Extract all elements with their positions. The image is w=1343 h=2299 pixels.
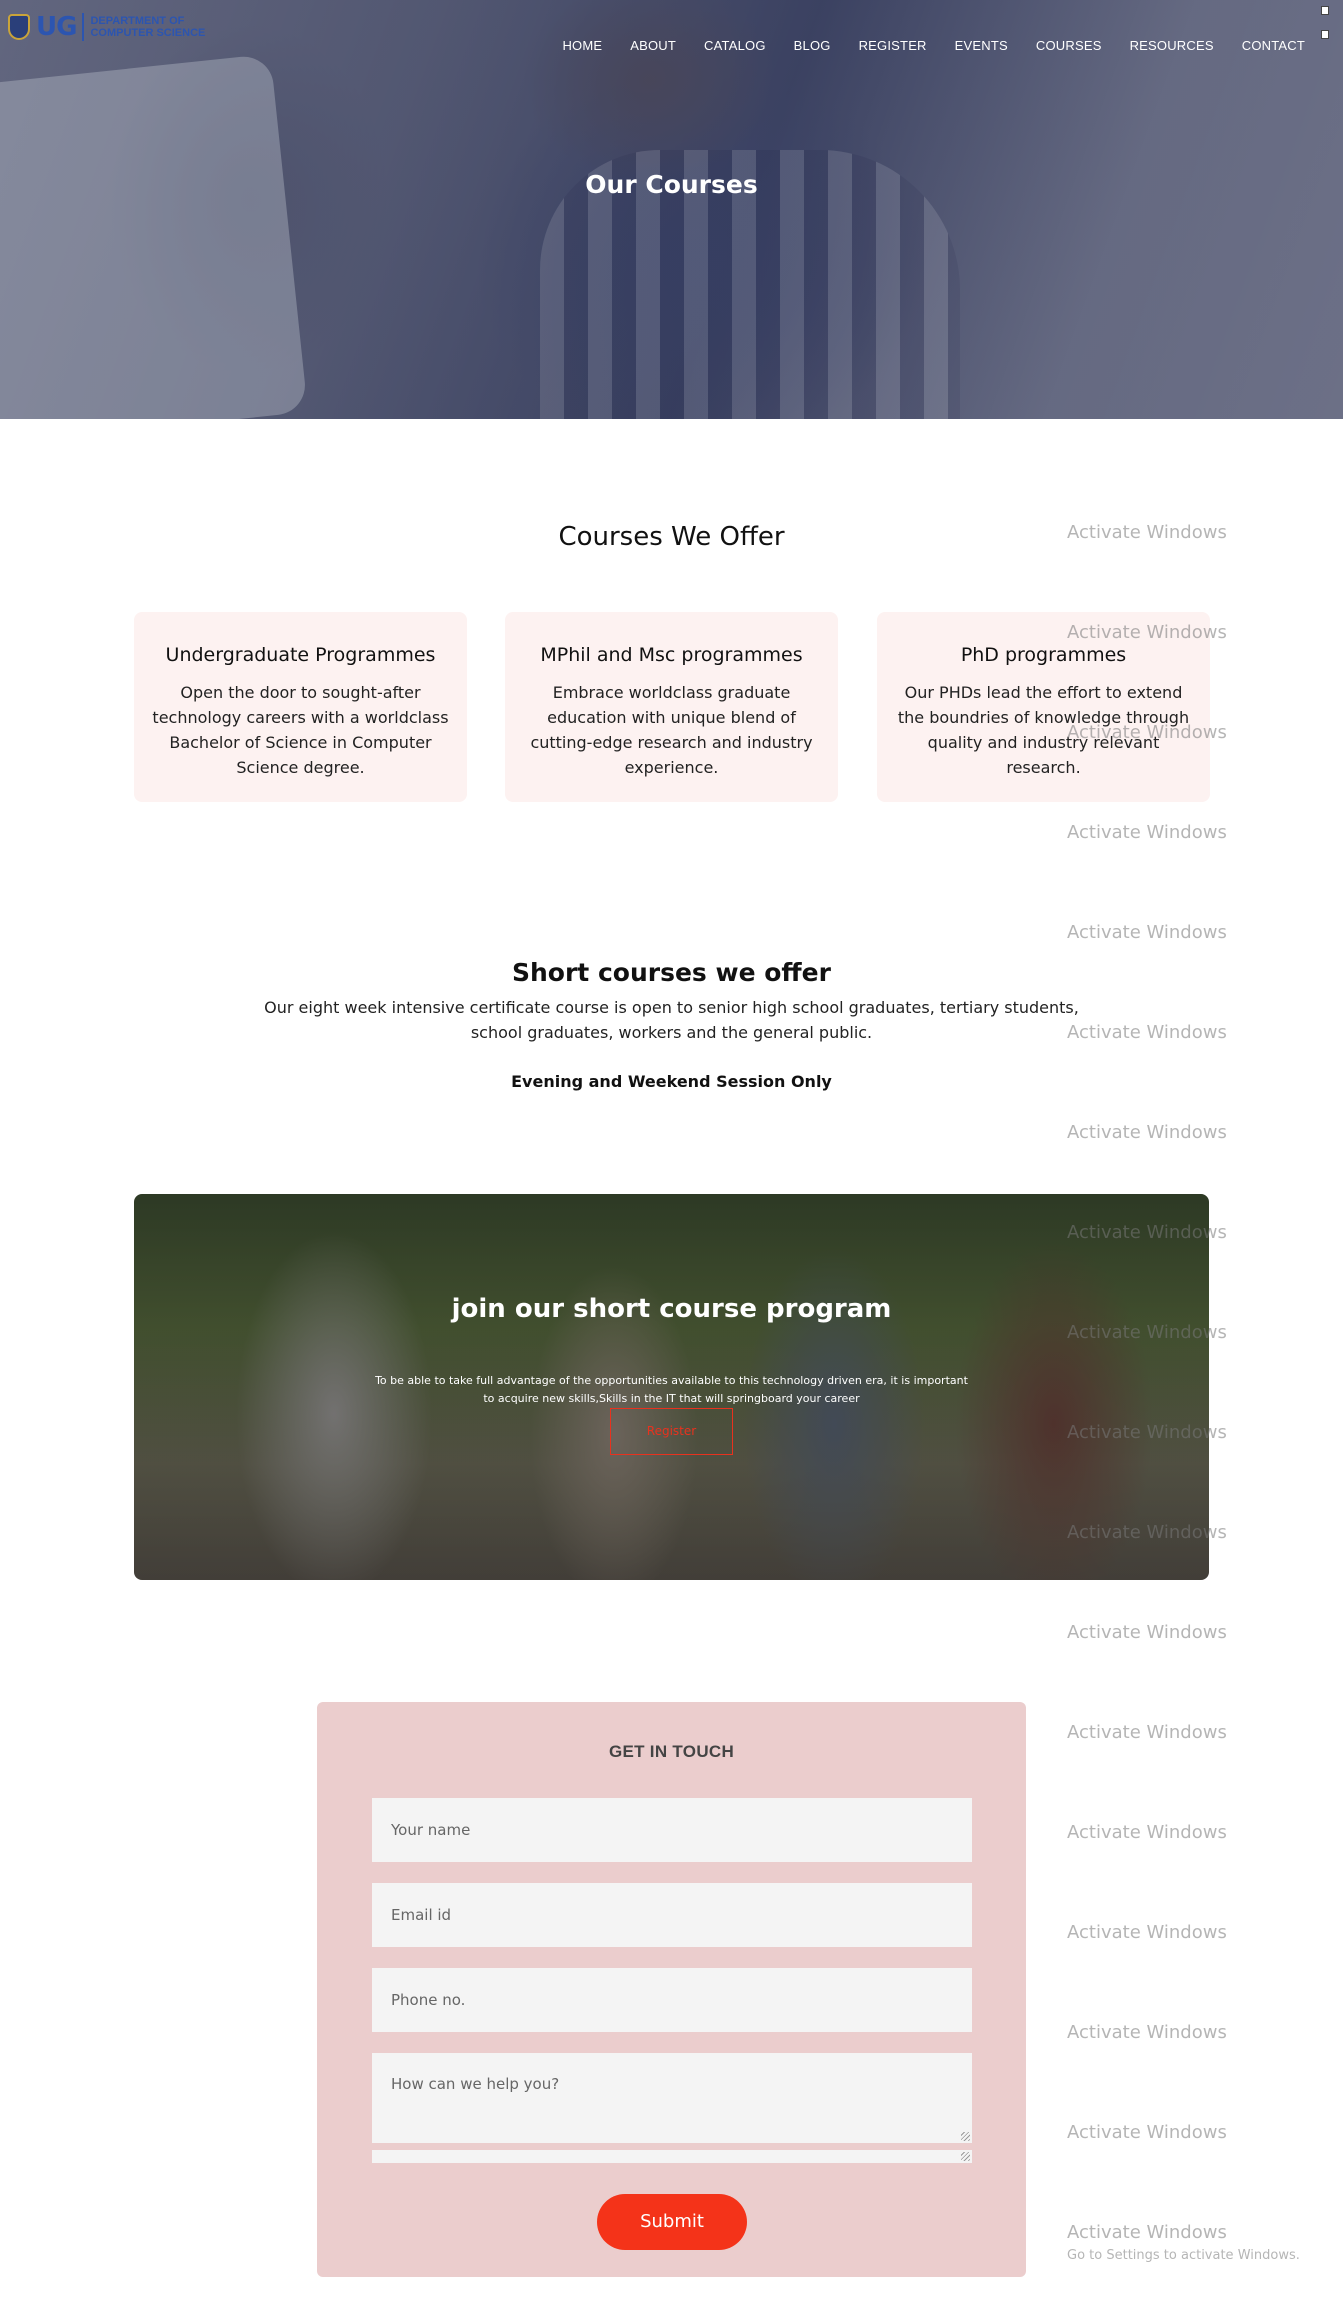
logo-line-1: DEPARTMENT OF [90, 15, 185, 27]
activate-windows-watermark: Activate Windows [1067, 1322, 1227, 1343]
extra-textarea[interactable] [372, 2150, 972, 2163]
course-card-mphil[interactable]: MPhil and Msc programmes Embrace worldcl… [505, 612, 838, 802]
activate-windows-watermark: Activate Windows [1067, 1222, 1227, 1243]
course-card-text: Open the door to sought-after technology… [152, 683, 449, 777]
short-course-banner: join our short course program To be able… [134, 1194, 1209, 1580]
course-cards: Undergraduate Programmes Open the door t… [134, 612, 1210, 802]
activate-windows-subtext: Go to Settings to activate Windows. [1067, 2248, 1300, 2263]
banner-text: To be able to take full advantage of the… [375, 1374, 968, 1405]
activate-windows-watermark: Activate Windows [1067, 1522, 1227, 1543]
nav-catalog[interactable]: CATALOG [690, 38, 780, 53]
window-control-icon[interactable] [1321, 30, 1329, 39]
message-textarea[interactable]: How can we help you? [372, 2053, 972, 2143]
site-logo[interactable]: UG DEPARTMENT OF COMPUTER SCIENCE [8, 12, 205, 42]
submit-button[interactable]: Submit [597, 2194, 747, 2250]
contact-title: GET IN TOUCH [608, 1742, 735, 1761]
logo-line-2: COMPUTER SCIENCE [90, 27, 206, 39]
nav-contact[interactable]: CONTACT [1228, 38, 1319, 53]
resize-grip-icon[interactable] [961, 2152, 970, 2161]
hero-laptop-shape [0, 53, 308, 419]
course-card-title: MPhil and Msc programmes [540, 644, 803, 666]
nav-courses[interactable]: COURSES [1022, 38, 1116, 53]
course-card-title: PhD programmes [960, 644, 1127, 666]
contact-form: GET IN TOUCH Your name Email id Phone no… [317, 1702, 1026, 2277]
short-courses-description: Our eight week intensive certificate cou… [264, 998, 1079, 1042]
nav-events[interactable]: EVENTS [941, 38, 1022, 53]
activate-windows-watermark: Activate Windows [1067, 722, 1227, 743]
activate-windows-watermark: Activate Windows [1067, 622, 1227, 643]
activate-windows-watermark: Activate Windows [1067, 822, 1227, 843]
nav-home[interactable]: HOME [548, 38, 616, 53]
hero-banner: UG DEPARTMENT OF COMPUTER SCIENCE HOME A… [0, 0, 1343, 419]
email-input[interactable]: Email id [372, 1883, 972, 1947]
activate-windows-watermark: Activate Windows [1067, 1022, 1227, 1043]
logo-department-text: DEPARTMENT OF COMPUTER SCIENCE [90, 15, 205, 39]
banner-title: join our short course program [451, 1294, 892, 1324]
main-nav: HOME ABOUT CATALOG BLOG REGISTER EVENTS … [548, 38, 1319, 53]
logo-divider [82, 13, 85, 41]
session-note: Evening and Weekend Session Only [511, 1072, 832, 1091]
window-control-icon[interactable] [1321, 6, 1329, 15]
phone-input[interactable]: Phone no. [372, 1968, 972, 2032]
message-placeholder: How can we help you? [391, 2075, 560, 2093]
nav-register[interactable]: REGISTER [845, 38, 941, 53]
activate-windows-watermark: Activate Windows [1067, 1922, 1227, 1943]
activate-windows-watermark: Activate Windows [1067, 1622, 1227, 1643]
register-button[interactable]: Register [610, 1408, 733, 1455]
course-card-title: Undergraduate Programmes [165, 644, 436, 666]
activate-windows-watermark: Activate Windows [1067, 2022, 1227, 2043]
name-input[interactable]: Your name [372, 1798, 972, 1862]
course-card-undergraduate[interactable]: Undergraduate Programmes Open the door t… [134, 612, 467, 802]
nav-blog[interactable]: BLOG [780, 38, 845, 53]
activate-windows-watermark: Activate Windows [1067, 2122, 1227, 2143]
activate-windows-watermark: Activate Windows [1067, 522, 1227, 543]
activate-windows-watermark: Activate Windows [1067, 2222, 1227, 2243]
activate-windows-watermark: Activate Windows [1067, 1122, 1227, 1143]
resize-grip-icon[interactable] [961, 2132, 970, 2141]
activate-windows-watermark: Activate Windows [1067, 1422, 1227, 1443]
activate-windows-watermark: Activate Windows [1067, 1722, 1227, 1743]
page-title: Our Courses [585, 170, 758, 199]
university-seal-icon [8, 14, 30, 40]
nav-about[interactable]: ABOUT [616, 38, 690, 53]
short-courses-title: Short courses we offer [512, 958, 831, 987]
course-card-text: Embrace worldclass graduate education wi… [530, 683, 813, 777]
activate-windows-watermark: Activate Windows [1067, 1822, 1227, 1843]
activate-windows-watermark: Activate Windows [1067, 922, 1227, 943]
logo-ug-text: UG [36, 12, 77, 42]
nav-resources[interactable]: RESOURCES [1116, 38, 1228, 53]
